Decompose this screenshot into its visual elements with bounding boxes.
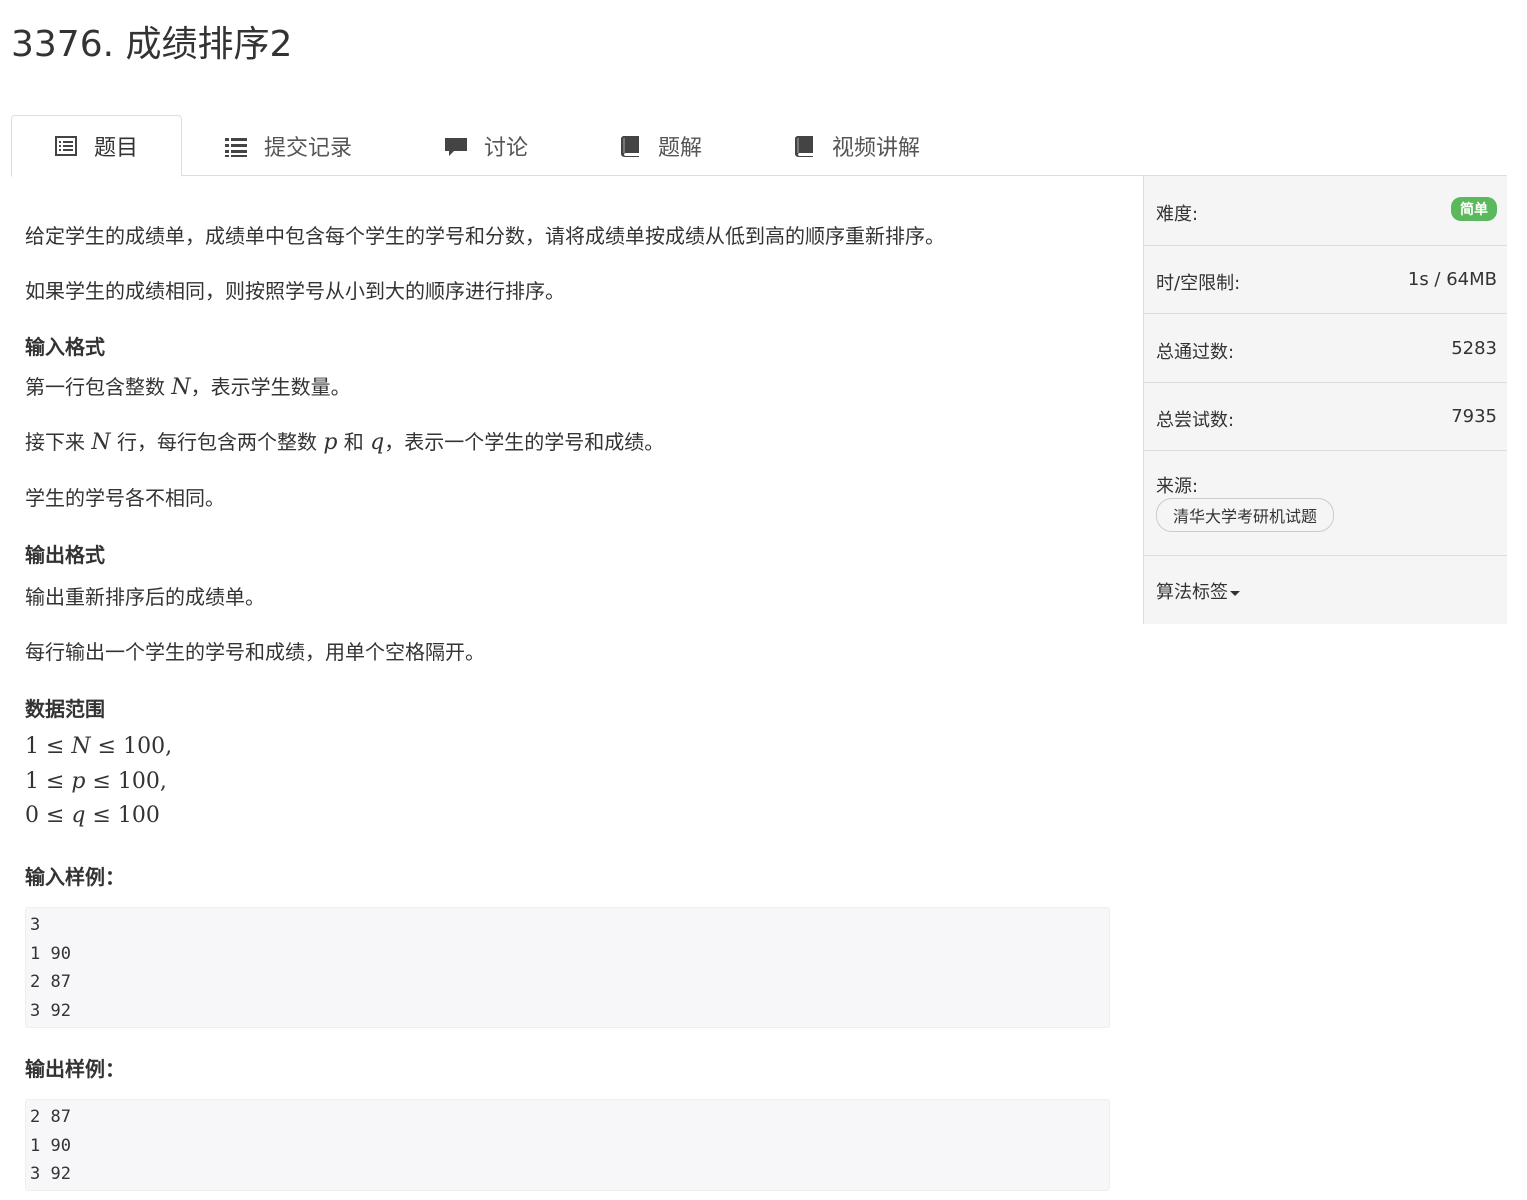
text: ，表示学生数量。 bbox=[190, 375, 351, 399]
math-var: p bbox=[323, 430, 338, 455]
tried-label: 总尝试数: bbox=[1156, 410, 1235, 431]
tab-label: 讨论 bbox=[484, 135, 529, 161]
tags-row: 算法标签 bbox=[1144, 556, 1507, 624]
math-var: N bbox=[71, 734, 91, 759]
range-line: 1 ≤ N ≤ 100, bbox=[25, 731, 172, 759]
text: 和 bbox=[337, 430, 371, 454]
list-alt-icon bbox=[54, 134, 78, 158]
source-row: 来源: 清华大学考研机试题 bbox=[1144, 451, 1507, 556]
tab-label: 视频讲解 bbox=[832, 135, 921, 161]
tab-bar: 题目 提交记录 讨论 题解 视频讲解 bbox=[11, 115, 1507, 177]
source-tag[interactable]: 清华大学考研机试题 bbox=[1156, 498, 1335, 532]
passed-value: 5283 bbox=[1451, 338, 1497, 359]
description-paragraph: 给定学生的成绩单，成绩单中包含每个学生的学号和分数，请将成绩单按成绩从低到高的顺… bbox=[25, 224, 945, 248]
limits-label: 时/空限制: bbox=[1156, 273, 1241, 294]
algorithm-tags-label: 算法标签 bbox=[1156, 582, 1228, 603]
input-format-line: 学生的学号各不相同。 bbox=[25, 486, 225, 510]
info-sidebar: 难度: 简单 时/空限制: 1s / 64MB 总通过数: 5283 总尝试数:… bbox=[1143, 176, 1507, 624]
comment-icon bbox=[444, 134, 468, 158]
math-var: q bbox=[370, 430, 385, 455]
text: 接下来 bbox=[25, 430, 92, 454]
limits-row: 时/空限制: 1s / 64MB bbox=[1144, 246, 1507, 314]
output-format-line: 每行输出一个学生的学号和成绩，用单个空格隔开。 bbox=[25, 640, 485, 664]
passed-row: 总通过数: 5283 bbox=[1144, 314, 1507, 383]
sample-output-code[interactable]: 2 87 1 90 3 92 bbox=[25, 1099, 1110, 1191]
math-var: N bbox=[171, 375, 191, 400]
range-line: 0 ≤ q ≤ 100 bbox=[25, 800, 160, 828]
input-format-line: 第一行包含整数 N，表示学生数量。 bbox=[25, 371, 351, 400]
tab-video[interactable]: 视频讲解 bbox=[792, 115, 920, 176]
range-heading: 数据范围 bbox=[25, 697, 105, 721]
passed-label: 总通过数: bbox=[1156, 342, 1235, 363]
sample-input-code[interactable]: 3 1 90 2 87 3 92 bbox=[25, 907, 1110, 1028]
tab-solutions[interactable]: 题解 bbox=[618, 115, 702, 176]
difficulty-row: 难度: 简单 bbox=[1144, 176, 1507, 246]
difficulty-badge: 简单 bbox=[1451, 197, 1497, 221]
tab-discussion[interactable]: 讨论 bbox=[444, 115, 528, 176]
math-var: p bbox=[71, 769, 86, 794]
algorithm-tags-toggle[interactable]: 算法标签 bbox=[1156, 578, 1240, 604]
math-text: ≤ 100, bbox=[85, 769, 167, 794]
limits-value: 1s / 64MB bbox=[1407, 269, 1497, 290]
math-text: 1 ≤ bbox=[25, 734, 72, 759]
output-format-heading: 输出格式 bbox=[25, 543, 105, 567]
caret-down-icon bbox=[1230, 590, 1240, 596]
tried-row: 总尝试数: 7935 bbox=[1144, 383, 1507, 451]
math-text: 1 ≤ bbox=[25, 769, 72, 794]
book-icon bbox=[792, 134, 816, 158]
input-format-heading: 输入格式 bbox=[25, 335, 105, 359]
math-text: ≤ 100, bbox=[90, 734, 173, 759]
math-text: ≤ 100 bbox=[85, 803, 160, 828]
sample-input-heading: 输入样例： bbox=[25, 865, 125, 889]
tab-submissions[interactable]: 提交记录 bbox=[224, 115, 352, 176]
difficulty-label: 难度: bbox=[1156, 204, 1199, 225]
math-text: 0 ≤ bbox=[25, 803, 72, 828]
math-var: q bbox=[71, 803, 86, 828]
output-format-line: 输出重新排序后的成绩单。 bbox=[25, 585, 265, 609]
text: 第一行包含整数 bbox=[25, 375, 172, 399]
list-icon bbox=[224, 134, 248, 158]
range-line: 1 ≤ p ≤ 100, bbox=[25, 766, 167, 794]
source-label: 来源: bbox=[1156, 476, 1199, 497]
sample-output-heading: 输出样例： bbox=[25, 1057, 125, 1081]
input-format-line: 接下来 N 行，每行包含两个整数 p 和 q，表示一个学生的学号和成绩。 bbox=[25, 426, 664, 455]
tab-problem[interactable]: 题目 bbox=[11, 115, 182, 177]
tried-value: 7935 bbox=[1451, 406, 1497, 427]
text: 行，每行包含两个整数 bbox=[110, 430, 324, 454]
tab-label: 题目 bbox=[94, 136, 139, 161]
page-title: 3376. 成绩排序2 bbox=[11, 24, 293, 65]
book-icon bbox=[618, 134, 642, 158]
tab-label: 提交记录 bbox=[264, 135, 353, 161]
math-var: N bbox=[91, 430, 111, 455]
tab-label: 题解 bbox=[658, 135, 703, 161]
description-paragraph: 如果学生的成绩相同，则按照学号从小到大的顺序进行排序。 bbox=[25, 279, 565, 303]
text: ，表示一个学生的学号和成绩。 bbox=[384, 430, 665, 454]
